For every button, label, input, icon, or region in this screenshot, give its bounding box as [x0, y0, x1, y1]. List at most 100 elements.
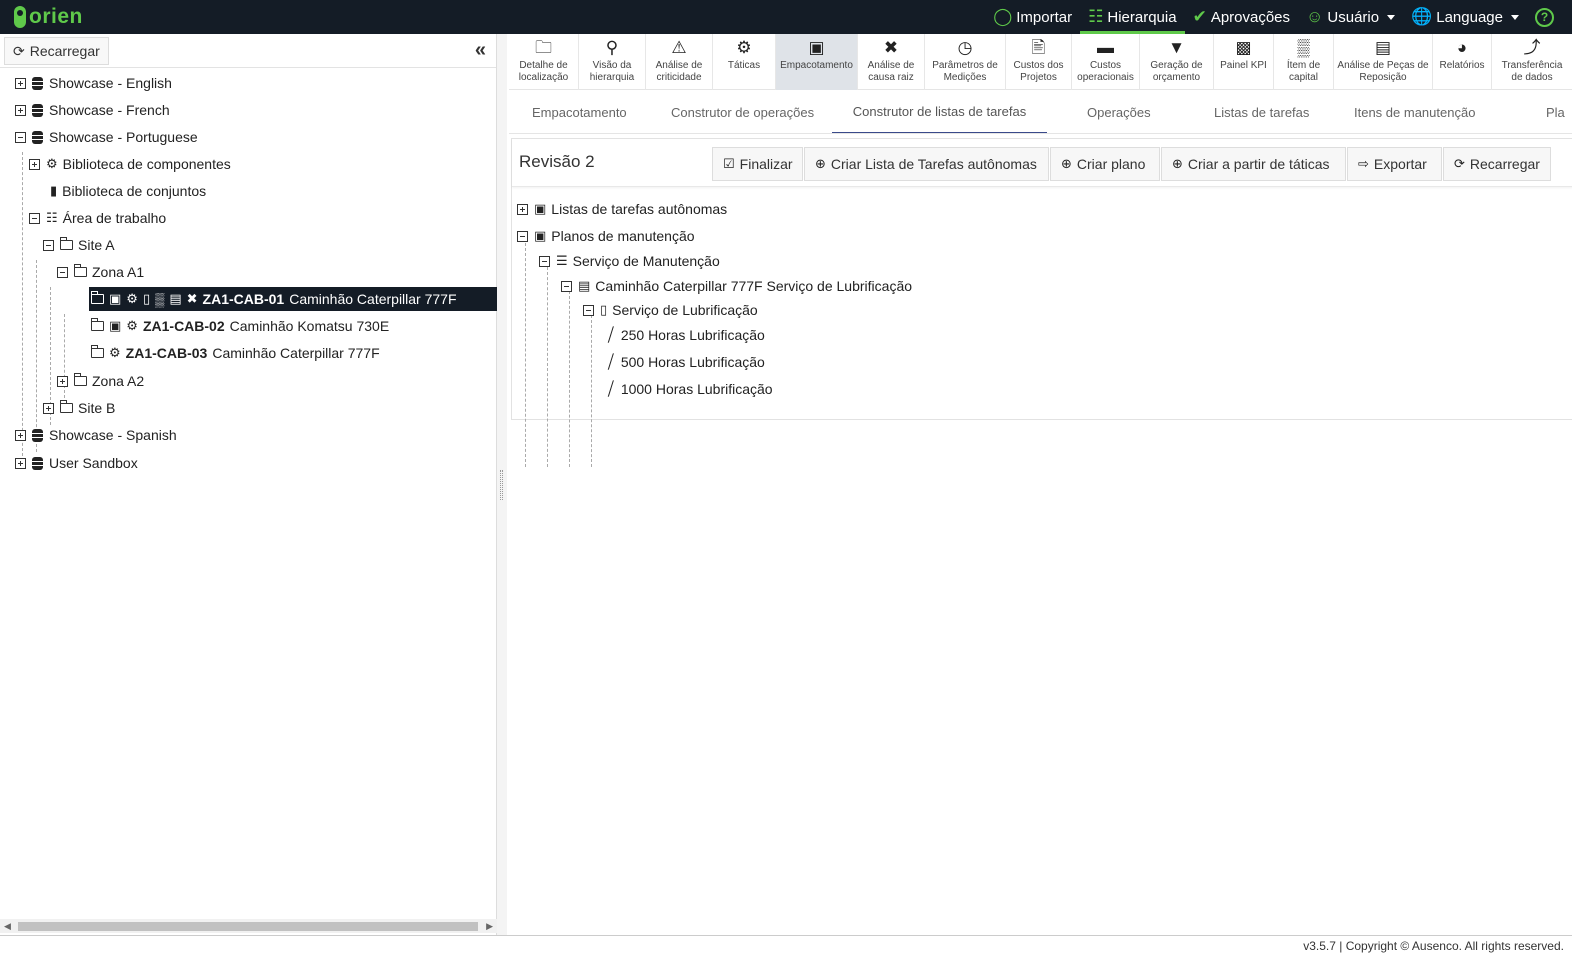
tree-node-biblioteca-conjuntos[interactable]: ▮ Biblioteca de conjuntos: [50, 179, 206, 203]
scroll-right-icon[interactable]: ▶: [486, 921, 493, 932]
module-analise-criticidade[interactable]: ⚠ Análise de criticidade: [646, 34, 713, 90]
criar-a-partir-taticas-button[interactable]: ⊕ Criar a partir de táticas: [1161, 147, 1346, 181]
tree-guide-line: [525, 243, 526, 467]
module-visao-hierarquia[interactable]: ⚲ Visão da hierarquia: [579, 34, 646, 90]
panel-splitter[interactable]: [497, 34, 507, 935]
tree-node-task-250[interactable]: ╱ 250 Horas Lubrificação: [605, 323, 765, 347]
nav-language-label: Language: [1436, 8, 1503, 26]
tree-node-user-sandbox[interactable]: User Sandbox: [15, 451, 138, 475]
tree-node-label: Serviço de Lubrificação: [612, 302, 758, 318]
splitter-grip-icon[interactable]: [500, 470, 503, 500]
collapse-icon[interactable]: [539, 255, 550, 267]
tab-itens-manutencao[interactable]: Itens de manutenção: [1354, 90, 1475, 133]
finalizar-button[interactable]: ☑ Finalizar: [712, 147, 803, 181]
tab-construtor-listas-tarefas[interactable]: Construtor de listas de tarefas: [832, 90, 1047, 133]
tree-node-label: Caminhão Caterpillar 777F Serviço de Lub…: [595, 278, 913, 294]
share-icon: ⤴: [1523, 38, 1541, 57]
criar-plano-button[interactable]: ⊕ Criar plano: [1050, 147, 1160, 181]
tree-node-zona-a1[interactable]: Zona A1: [57, 260, 144, 284]
expand-icon[interactable]: [15, 457, 26, 469]
tree-node-servico-manutencao[interactable]: ☰ Serviço de Manutenção: [539, 249, 720, 273]
tree-node-showcase-english[interactable]: Showcase - English: [15, 71, 172, 95]
module-label: Projetos: [1020, 72, 1057, 83]
tree-node-label: 500 Horas Lubrificação: [620, 354, 765, 370]
module-detalhe-localizacao[interactable]: 🗀 Detalhe de localização: [509, 34, 579, 90]
expand-icon[interactable]: [29, 158, 40, 170]
tree-node-showcase-spanish[interactable]: Showcase - Spanish: [15, 423, 177, 447]
tab-construtor-operacoes[interactable]: Construtor de operações: [671, 90, 814, 133]
expand-icon[interactable]: [15, 104, 26, 116]
funnel-dollar-icon: ▼: [1168, 38, 1185, 57]
collapse-icon[interactable]: [561, 280, 572, 292]
tree-node-biblioteca-componentes[interactable]: ⚙ Biblioteca de componentes: [29, 152, 231, 176]
collapse-icon[interactable]: [57, 266, 68, 278]
exportar-button[interactable]: ⇨ Exportar: [1347, 147, 1442, 181]
nav-usuario[interactable]: ☺ Usuário: [1298, 0, 1403, 34]
wrench-icon: ╱: [605, 353, 616, 370]
nav-hierarquia[interactable]: ☷ Hierarquia: [1080, 0, 1185, 34]
module-empacotamento[interactable]: ▣ Empacotamento: [776, 34, 858, 90]
expand-icon[interactable]: [15, 77, 26, 89]
collapse-icon[interactable]: [583, 304, 594, 316]
tree-node-showcase-portuguese[interactable]: Showcase - Portuguese: [15, 125, 198, 149]
module-painel-kpi[interactable]: ▩ Painel KPI: [1214, 34, 1274, 90]
module-custos-projetos[interactable]: 🖹 Custos dos Projetos: [1006, 34, 1072, 90]
collapse-icon[interactable]: [43, 239, 54, 251]
collapse-icon[interactable]: [29, 212, 40, 224]
module-geracao-orcamento[interactable]: ▼ Geração de orçamento: [1140, 34, 1214, 90]
scroll-left-icon[interactable]: ◀: [4, 921, 11, 932]
tree-node-asset-za1-cab-03[interactable]: ⚙ ZA1-CAB-03 Caminhão Caterpillar 777F: [91, 341, 380, 365]
search-icon: ⚲: [605, 38, 619, 57]
horizontal-scrollbar[interactable]: ◀ ▶: [0, 919, 497, 933]
expand-icon[interactable]: [57, 375, 68, 387]
tree-node-servico-lubrificacao[interactable]: ▯ Serviço de Lubrificação: [583, 298, 758, 322]
tree-node-planos-manutencao[interactable]: ▣ Planos de manutenção: [517, 224, 695, 248]
collapse-icon[interactable]: [517, 230, 528, 242]
module-custos-operacionais[interactable]: ▬ Custos operacionais: [1072, 34, 1140, 90]
reload-tree-button[interactable]: ⟳ Recarregar: [4, 37, 109, 65]
module-taticas[interactable]: ⚙ Táticas: [713, 34, 776, 90]
expand-icon[interactable]: [43, 402, 54, 414]
module-analise-pecas[interactable]: ▤ Análise de Peças de Reposição: [1334, 34, 1433, 90]
module-label: Relatórios: [1439, 60, 1485, 71]
expand-icon[interactable]: [517, 203, 528, 215]
folder-icon: [60, 400, 73, 413]
folder-open-icon: [60, 237, 73, 250]
tree-node-site-b[interactable]: Site B: [43, 396, 115, 420]
tree-node-asset-za1-cab-02[interactable]: ▣ ⚙ ZA1-CAB-02 Caminhão Komatsu 730E: [91, 314, 389, 338]
expand-icon[interactable]: [15, 429, 26, 441]
wrench-icon: ╱: [605, 326, 616, 343]
tab-operacoes[interactable]: Operações: [1087, 90, 1151, 133]
module-label: Painel KPI: [1220, 60, 1267, 71]
nav-help[interactable]: ?: [1527, 0, 1572, 34]
tab-listas-tarefas[interactable]: Listas de tarefas: [1214, 90, 1309, 133]
exportar-label: Exportar: [1373, 156, 1427, 172]
nav-language[interactable]: 🌐 Language: [1403, 0, 1527, 34]
tree-node-task-500[interactable]: ╱ 500 Horas Lubrificação: [605, 350, 765, 374]
tree-node-site-a[interactable]: Site A: [43, 233, 115, 257]
collapse-panel-button[interactable]: «: [475, 40, 486, 60]
tree-node-listas-autonomas[interactable]: ▣ Listas de tarefas autônomas: [517, 197, 727, 221]
module-parametros-medicoes[interactable]: ◷ Parâmetros de Medições: [925, 34, 1006, 90]
tree-node-asset-za1-cab-01[interactable]: ▣ ⚙ ▯ ▒ ▤ ✖ ZA1-CAB-01 Caminhão Caterpil…: [89, 287, 497, 311]
nav-importar[interactable]: ◯ Importar: [985, 0, 1080, 34]
tree-node-zona-a2[interactable]: Zona A2: [57, 369, 144, 393]
nav-aprovacoes[interactable]: ✔ Aprovações: [1185, 0, 1298, 34]
tree-node-showcase-french[interactable]: Showcase - French: [15, 98, 170, 122]
tree-node-task-1000[interactable]: ╱ 1000 Horas Lubrificação: [606, 377, 773, 401]
orien-logo[interactable]: orien: [14, 4, 83, 30]
module-item-capital[interactable]: ▒ Ítem de capital: [1274, 34, 1334, 90]
module-analise-causa-raiz[interactable]: ✖ Análise de causa raiz: [858, 34, 925, 90]
criar-lista-autonoma-button[interactable]: ⊕ Criar Lista de Tarefas autônomas: [804, 147, 1049, 181]
module-transferencia-dados[interactable]: ⤴ Transferência de dados: [1492, 34, 1572, 90]
collapse-icon[interactable]: [15, 131, 26, 143]
module-relatorios[interactable]: ◕ Relatórios: [1433, 34, 1492, 90]
tree-node-area-trabalho[interactable]: ☷ Área de trabalho: [29, 206, 166, 230]
scrollbar-thumb[interactable]: [18, 922, 478, 931]
tab-planos[interactable]: Pla: [1546, 90, 1565, 133]
tree-node-caminhao-servico[interactable]: ▤ Caminhão Caterpillar 777F Serviço de L…: [561, 274, 912, 298]
tree-node-label: Zona A2: [92, 373, 145, 389]
recarregar-button[interactable]: ⟳ Recarregar: [1443, 147, 1551, 181]
module-label: Custos dos: [1013, 60, 1064, 71]
tab-empacotamento[interactable]: Empacotamento: [532, 90, 627, 133]
